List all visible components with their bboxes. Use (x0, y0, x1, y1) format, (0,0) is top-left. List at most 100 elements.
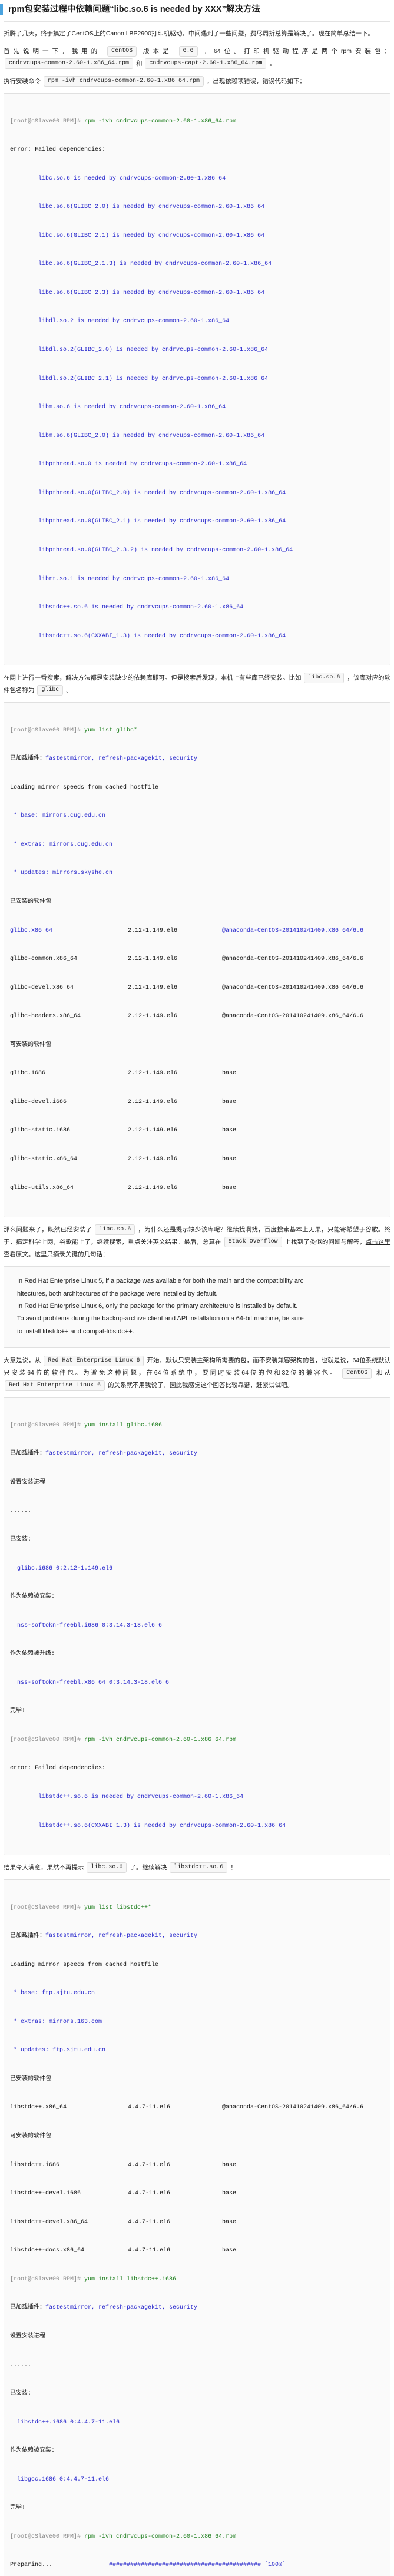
chip-glibc[interactable]: glibc (37, 685, 64, 696)
terminal-line: libc.so.6(GLIBC_2.1) is needed by cndrvc… (38, 232, 265, 239)
intro-p3-end: 。 (269, 60, 276, 68)
terminal-line: [root@cSlave00 RPM]# rpm -ivh cndrvcups-… (10, 1736, 384, 1745)
shell-prompt: [root@cSlave00 RPM]# (10, 727, 81, 734)
quote-line: to install libstdc++ and compat-libstdc+… (17, 1327, 134, 1335)
terminal-line: Loading mirror speeds from cached hostfi… (10, 784, 159, 791)
chip-stack-overflow[interactable]: Stack Overflow (224, 1237, 282, 1248)
terminal-line: libstdc++.so.6 is needed by cndrvcups-co… (38, 604, 244, 611)
chip-libc-so-6[interactable]: libc.so.6 (304, 673, 345, 684)
sect4-text-a: 大意是说，从 (4, 1357, 41, 1365)
terminal-line: libdl.so.2(GLIBC_2.1) is needed by cndrv… (38, 375, 269, 382)
terminal-line: libpthread.so.0 is needed by cndrvcups-c… (38, 461, 247, 468)
sect5-text-c: ！ (230, 1864, 237, 1872)
chip-rhel6-2[interactable]: Red Hat Enterprise Linux 6 (5, 1380, 105, 1391)
sect4-text-d: 的关系就不用我说了，因此我感觉这个回答比较靠谱，赶紧试试吧。 (107, 1382, 293, 1389)
terminal-line: 设置安装进程 (10, 1479, 45, 1486)
pkg-row: glibc.x86_64 2.12-1.149.el6 @anaconda-Cent… (10, 927, 364, 934)
chip-pkg-common[interactable]: cndrvcups-common-2.60-1.x86_64.rpm (5, 58, 134, 69)
terminal-line: [root@cSlave00 RPM]# yum list glibc* (10, 726, 384, 736)
terminal-line: libstdc++.so.6(CXXABI_1.3) is needed by … (38, 633, 286, 640)
sect2-text-a: 在网上进行一番搜索，解决方法都是安装缺少的依赖库即可。但是搜索后发现，本机上有些… (4, 674, 302, 682)
progress-bar: ########################################… (109, 2562, 286, 2569)
pkg-row: libstdc++-docs.x86_64 4.4.7-11.el6 base (10, 2247, 237, 2254)
chip-libstdcpp-so-6[interactable]: libstdc++.so.6 (170, 1862, 228, 1873)
pkg-row: libstdc++-devel.i686 4.4.7-11.el6 base (10, 2190, 237, 2197)
intro-p2-text-b: 版本是 (143, 48, 173, 55)
terminal-line: libstdc++.i686 0:4.4.7-11.el6 (10, 2419, 120, 2426)
terminal-line: 作为依赖被安装: (10, 1594, 55, 1601)
sect3-text-d: 。这里只摘录关键的几句话： (28, 1251, 109, 1259)
terminal-line: nss-softokn-freebl.x86_64 0:3.14.3-18.el… (10, 1679, 170, 1686)
shell-command: rpm -ivh cndrvcups-common-2.60-1.x86_64.… (81, 1736, 237, 1743)
pkg-row: glibc-static.x86_64 2.12-1.149.el6 base (10, 1156, 237, 1163)
section2-paragraph: 在网上进行一番搜索，解决方法都是安装缺少的依赖库即可。但是搜索后发现，本机上有些… (0, 672, 394, 697)
terminal-block-libstdcpp: [root@cSlave00 RPM]# yum list libstdc++*… (4, 1879, 390, 2576)
intro-p4-text-b: ，出现依赖项错误，错误代码如下： (206, 78, 306, 85)
chip-version[interactable]: 6.6 (178, 46, 198, 57)
terminal-line: * base: ftp.sjtu.edu.cn (10, 1990, 95, 1997)
quote-line: To avoid problems during the backup-arch… (17, 1315, 304, 1323)
intro-p4-text-a: 执行安装命令 (4, 78, 41, 85)
terminal-line: 已安装: (10, 1536, 32, 1543)
chip-centos[interactable]: CentOS (107, 46, 137, 57)
terminal-line: libc.so.6(GLIBC_2.0) is needed by cndrvc… (38, 204, 265, 211)
terminal-line: [root@cSlave00 RPM]# yum list libstdc++* (10, 1903, 384, 1913)
terminal-line: 可安装的软件包 (10, 1041, 51, 1048)
shell-command: yum install glibc.i686 (81, 1422, 163, 1429)
terminal-line: libdl.so.2(GLIBC_2.0) is needed by cndrv… (38, 347, 269, 353)
english-quote-block: In Red Hat Enterprise Linux 5, if a pack… (4, 1266, 390, 1349)
terminal-line: 已安装: (10, 2390, 32, 2398)
pkg-row: glibc-headers.x86_64 2.12-1.149.el6 @anaco… (10, 1013, 364, 1020)
sect5-text-a: 结果令人满意，果然不再提示 (4, 1864, 84, 1872)
pkg-row: glibc-utils.x86_64 2.12-1.149.el6 base (10, 1184, 237, 1191)
terminal-line: [root@cSlave00 RPM]# rpm -ivh cndrvcups-… (10, 117, 384, 127)
terminal-line: 已加载插件：fastestmirror, refresh-packagekit,… (10, 1933, 198, 1940)
terminal-line: nss-softokn-freebl.i686 0:3.14.3-18.el6_… (10, 1622, 163, 1629)
pkg-row: glibc-static.i686 2.12-1.149.el6 base (10, 1127, 237, 1134)
terminal-line: libc.so.6(GLIBC_2.1.3) is needed by cndr… (38, 261, 272, 268)
section3-paragraph: 那么问题来了，既然已经安装了 libc.so.6 ，为什么还是提示缺少该库呢？继… (0, 1224, 394, 1261)
progress-row: Preparing... ############################… (10, 2562, 286, 2569)
terminal-line: * extras: mirrors.cug.edu.cn (10, 841, 113, 848)
page-title: rpm包安装过程中依赖问题“libc.so.6 is needed by XXX… (0, 0, 394, 19)
terminal-line: glibc.i686 0:2.12-1.149.el6 (10, 1565, 113, 1572)
terminal-line: 完毕! (10, 1708, 26, 1715)
shell-command: rpm -ivh cndrvcups-common-2.60-1.x86_64.… (81, 118, 237, 125)
terminal-line: ...... (10, 1508, 32, 1515)
pkg-row: libstdc++.i686 4.4.7-11.el6 base (10, 2161, 237, 2168)
pkg-row: glibc-devel.x86_64 2.12-1.149.el6 @anacond… (10, 984, 364, 991)
page-title-text: rpm包安装过程中依赖问题“libc.so.6 is needed by XXX… (8, 5, 260, 14)
pkg-row: glibc.i686 2.12-1.149.el6 base (10, 1070, 237, 1077)
chip-pkg-capt[interactable]: cndrvcups-capt-2.60-1.x86_64.rpm (145, 58, 267, 69)
terminal-line: [root@cSlave00 RPM]# yum install libstdc… (10, 2275, 384, 2284)
chip-libc-so-6-3[interactable]: libc.so.6 (87, 1862, 127, 1873)
shell-prompt: [root@cSlave00 RPM]# (10, 1736, 81, 1743)
terminal-line: 设置安装进程 (10, 2333, 45, 2340)
quote-line: In Red Hat Enterprise Linux 6, only the … (17, 1303, 298, 1310)
intro-paragraph-4: 执行安装命令 rpm -ivh cndrvcups-common-2.60-1.… (0, 75, 394, 88)
terminal-line: [root@cSlave00 RPM]# rpm -ivh cndrvcups-… (10, 2532, 384, 2542)
chip-libc-so-6-2[interactable]: libc.so.6 (95, 1224, 135, 1236)
intro-p2-text-c: ，64位。打印机驱动程序是两个rpm安装包： (204, 48, 391, 55)
terminal-line: libdl.so.2 is needed by cndrvcups-common… (38, 318, 230, 325)
terminal-line: libgcc.i686 0:4.4.7-11.el6 (10, 2476, 110, 2483)
chip-rhel6[interactable]: Red Hat Enterprise Linux 6 (44, 1355, 144, 1366)
terminal-line: 作为依赖被升级: (10, 1651, 55, 1658)
shell-command: yum list glibc* (81, 727, 138, 734)
chip-centos-2[interactable]: CentOS (342, 1368, 372, 1379)
shell-command: rpm -ivh cndrvcups-common-2.60-1.x86_64.… (81, 2533, 237, 2540)
pkg-row: glibc-devel.i686 2.12-1.149.el6 base (10, 1098, 237, 1105)
terminal-line: librt.so.1 is needed by cndrvcups-common… (38, 575, 230, 582)
pkg-row: libstdc++.x86_64 4.4.7-11.el6 @anaconda-Ce… (10, 2104, 364, 2111)
terminal-line: libstdc++.so.6(CXXABI_1.3) is needed by … (38, 1822, 286, 1829)
section4-paragraph: 大意是说，从 Red Hat Enterprise Linux 6 开始，默认只… (0, 1355, 394, 1392)
terminal-line: error: Failed dependencies: (10, 147, 106, 154)
terminal-line: * updates: ftp.sjtu.edu.cn (10, 2047, 106, 2054)
terminal-line: * updates: mirrors.skyshe.cn (10, 870, 113, 877)
chip-rpm-install-cmd[interactable]: rpm -ivh cndrvcups-common-2.60-1.x86_64.… (43, 76, 204, 87)
terminal-line: 已加载插件：fastestmirror, refresh-packagekit,… (10, 2305, 198, 2312)
terminal-line: [root@cSlave00 RPM]# yum install glibc.i… (10, 1421, 384, 1431)
terminal-line: libpthread.so.0(GLIBC_2.0) is needed by … (38, 489, 286, 496)
shell-command: yum install libstdc++.i686 (81, 2276, 177, 2283)
terminal-line: * extras: mirrors.163.com (10, 2018, 102, 2025)
